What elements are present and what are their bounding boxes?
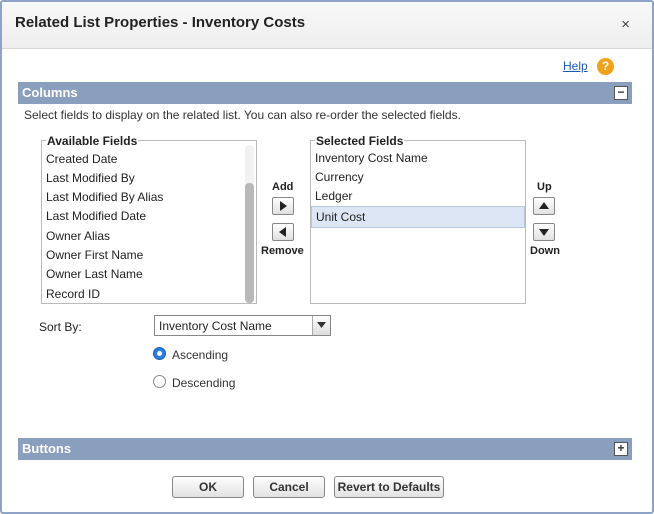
list-item[interactable]: Owner Last Name: [42, 264, 143, 284]
collapse-icon[interactable]: −: [614, 86, 628, 100]
arrow-right-icon: [280, 201, 287, 211]
cancel-button[interactable]: Cancel: [253, 476, 325, 498]
sort-by-label: Sort By:: [39, 320, 82, 334]
expand-icon[interactable]: +: [614, 442, 628, 456]
list-item[interactable]: Owner First Name: [42, 245, 143, 265]
selected-fields-header: Selected Fields: [315, 134, 405, 148]
available-fields-list[interactable]: Available Fields Created Date Last Modif…: [41, 134, 257, 304]
list-item[interactable]: Currency: [311, 167, 525, 187]
remove-label: Remove: [261, 245, 304, 257]
ascending-radio[interactable]: [153, 347, 166, 360]
help-link[interactable]: Help: [563, 59, 588, 73]
list-item[interactable]: Last Modified By: [42, 168, 135, 188]
dialog-titlebar: Related List Properties - Inventory Cost…: [2, 2, 652, 49]
arrow-left-icon: [279, 227, 286, 237]
scrollbar-thumb[interactable]: [245, 183, 254, 303]
dialog: Related List Properties - Inventory Cost…: [0, 0, 654, 514]
add-label: Add: [272, 181, 294, 193]
selected-fields-list[interactable]: Selected Fields Inventory Cost Name Curr…: [310, 134, 526, 304]
up-label: Up: [537, 181, 552, 193]
chevron-down-icon[interactable]: [312, 316, 330, 335]
list-item[interactable]: Record ID: [42, 284, 100, 304]
revert-to-defaults-button[interactable]: Revert to Defaults: [334, 476, 444, 498]
remove-button[interactable]: [272, 223, 294, 241]
list-item-selected[interactable]: Unit Cost: [311, 206, 525, 228]
chevron-down-glyph: [317, 322, 326, 328]
list-item[interactable]: Created Date: [42, 149, 117, 169]
move-up-button[interactable]: [533, 197, 555, 215]
list-item[interactable]: Owner Alias: [42, 226, 110, 246]
help-icon[interactable]: ?: [597, 58, 614, 75]
arrow-up-icon: [539, 202, 549, 209]
columns-description: Select fields to display on the related …: [24, 108, 461, 122]
buttons-section-title: Buttons: [22, 441, 72, 456]
list-item[interactable]: Inventory Cost Name: [311, 148, 525, 168]
ascending-label[interactable]: Ascending: [172, 348, 228, 362]
descending-radio[interactable]: [153, 375, 166, 388]
list-item[interactable]: Last Modified Date: [42, 206, 146, 226]
down-label: Down: [530, 245, 560, 257]
arrow-down-icon: [539, 229, 549, 236]
ok-button[interactable]: OK: [172, 476, 244, 498]
available-fields-header: Available Fields: [46, 134, 139, 148]
columns-section-title: Columns: [22, 85, 78, 100]
columns-section-header: Columns −: [18, 82, 632, 104]
list-item[interactable]: Last Modified By Alias: [42, 187, 163, 207]
close-icon[interactable]: ×: [621, 16, 630, 33]
add-button[interactable]: [272, 197, 294, 215]
list-item[interactable]: Ledger: [311, 186, 525, 206]
descending-label[interactable]: Descending: [172, 376, 235, 390]
sort-by-value: Inventory Cost Name: [159, 319, 272, 333]
dialog-title: Related List Properties - Inventory Cost…: [15, 14, 306, 31]
sort-by-select[interactable]: Inventory Cost Name: [154, 315, 331, 336]
buttons-section-header: Buttons +: [18, 438, 632, 460]
move-down-button[interactable]: [533, 223, 555, 241]
